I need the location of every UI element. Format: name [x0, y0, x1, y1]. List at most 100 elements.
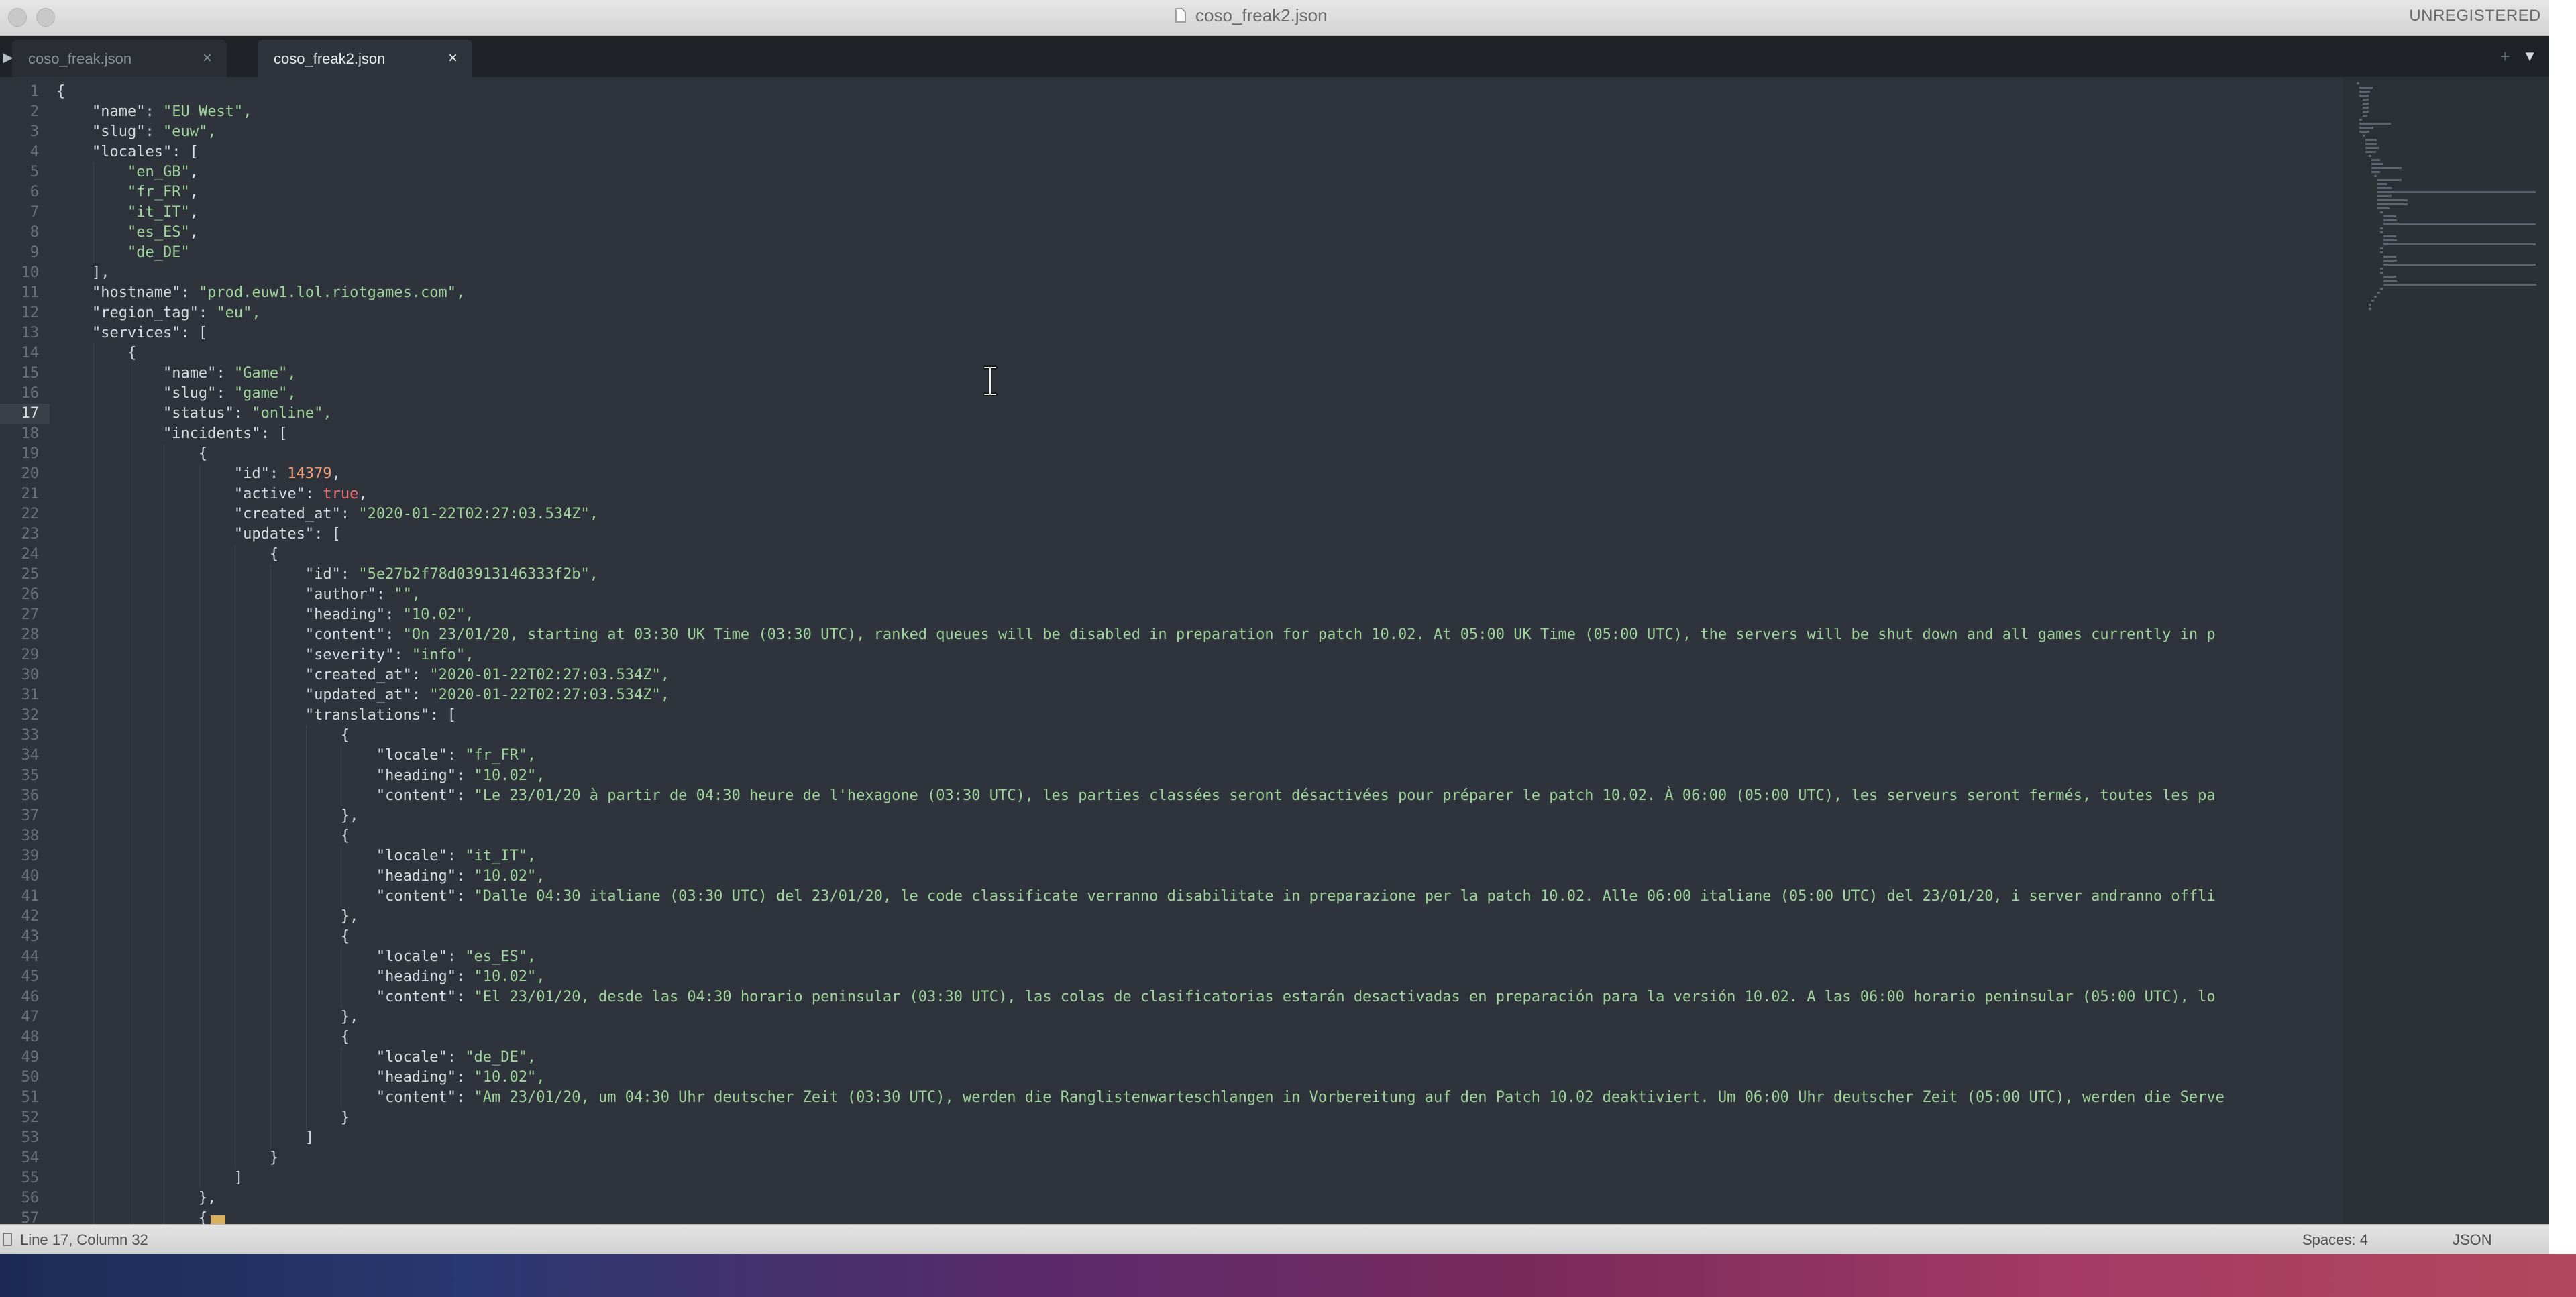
indent-guide: [270, 645, 271, 665]
indent-guide: [199, 504, 201, 524]
syntax-setting[interactable]: JSON: [2453, 1231, 2492, 1249]
indent-guide: [199, 967, 201, 987]
code-line: "name": "EU West",: [91, 103, 252, 120]
minimap-line: [2377, 203, 2408, 205]
indent-guide: [93, 726, 94, 746]
indent-guide: [199, 1007, 201, 1027]
minimize-window-button[interactable]: [36, 8, 55, 27]
minimap-line: [2359, 119, 2363, 121]
line-number: 44: [21, 948, 40, 965]
indentation-setting[interactable]: Spaces: 4: [2302, 1231, 2368, 1249]
indent-guide: [93, 706, 94, 726]
line-number: 15: [21, 365, 40, 382]
minimap-line: [2380, 251, 2383, 253]
minimap-line: [2368, 155, 2371, 157]
indent-guide: [199, 826, 201, 846]
line-number: 28: [21, 626, 40, 643]
plus-icon[interactable]: +: [2500, 46, 2510, 67]
indent-guide: [305, 1088, 307, 1108]
indent-guide: [199, 887, 201, 907]
indent-guide: [199, 625, 201, 645]
indent-guide: [93, 806, 94, 826]
code-view[interactable]: { "name": "EU West", "slug": "euw", "loc…: [56, 77, 2344, 1224]
close-window-button[interactable]: [8, 8, 27, 27]
close-icon[interactable]: ×: [448, 49, 458, 68]
panel-toggle-icon[interactable]: [3, 1233, 12, 1246]
line-number: 12: [21, 304, 40, 321]
minimap-line: [2383, 280, 2398, 282]
close-icon[interactable]: ×: [203, 49, 212, 68]
tab-label: coso_freak.json: [28, 50, 132, 67]
indent-guide: [93, 404, 94, 424]
tab-coso-freak2[interactable]: coso_freak2.json ×: [258, 40, 472, 77]
minimap-line: [2374, 175, 2377, 177]
line-number: 31: [21, 687, 40, 703]
indent-guide: [270, 1027, 271, 1048]
indent-guide: [305, 967, 307, 987]
indent-guide: [93, 384, 94, 404]
minimap-line: [2383, 284, 2537, 286]
code-line: "author": "",: [305, 586, 421, 603]
line-number: 40: [21, 868, 40, 885]
minimap[interactable]: [2344, 77, 2549, 1224]
code-line: },: [56, 807, 359, 824]
minimap-line: [2383, 243, 2536, 245]
minimap-line: [2365, 147, 2380, 149]
minimap-line: [2377, 179, 2402, 181]
indent-guide: [199, 1108, 201, 1128]
indent-guide: [93, 343, 94, 363]
indent-guide: [93, 524, 94, 545]
indent-guide: [305, 1007, 307, 1027]
code-line: "de_DE": [127, 244, 190, 261]
code-line: "incidents": [: [162, 425, 288, 442]
indent-guide: [93, 585, 94, 605]
line-number: 47: [21, 1009, 40, 1025]
minimap-line: [2368, 308, 2371, 310]
line-number: 57: [21, 1210, 40, 1224]
indent-guide: [199, 524, 201, 545]
indent-guide: [93, 1048, 94, 1068]
indent-guide: [199, 1168, 201, 1188]
indent-guide: [93, 1128, 94, 1148]
code-line: "heading": "10.02",: [376, 767, 545, 784]
line-number: 36: [21, 787, 40, 804]
line-number: 22: [21, 506, 40, 522]
indent-guide: [270, 1088, 271, 1108]
line-number: 25: [21, 566, 40, 583]
code-line: "id": 14379,: [233, 465, 341, 482]
line-number: 20: [21, 465, 40, 482]
title-bar[interactable]: coso_freak2.json UNREGISTERED: [0, 0, 2549, 36]
indent-guide: [199, 685, 201, 706]
code-line: "es_ES",: [127, 224, 199, 241]
indent-guide: [93, 846, 94, 866]
code-line: {: [56, 345, 137, 361]
indent-guide: [199, 947, 201, 967]
code-line: ]: [56, 1170, 244, 1186]
minimap-line: [2383, 276, 2397, 278]
line-number: 5: [30, 164, 39, 180]
indent-guide: [305, 766, 307, 786]
indent-guide: [199, 726, 201, 746]
indent-guide: [93, 223, 94, 243]
code-line: },: [56, 1009, 359, 1025]
line-number: 39: [21, 848, 40, 864]
minimap-line: [2359, 131, 2369, 133]
indent-guide: [270, 605, 271, 625]
tab-coso-freak[interactable]: coso_freak.json ×: [12, 40, 227, 77]
line-number: 4: [30, 144, 39, 160]
line-number: 50: [21, 1069, 40, 1086]
code-line: {: [56, 83, 66, 100]
minimap-line: [2374, 296, 2377, 298]
code-line: "region_tag": "eu",: [91, 304, 261, 321]
indent-guide: [270, 665, 271, 685]
code-line: ]: [56, 1129, 315, 1146]
code-line: "it_IT",: [127, 204, 199, 221]
indent-guide: [270, 726, 271, 746]
minimap-line: [2365, 143, 2377, 145]
indent-guide: [93, 504, 94, 524]
line-number-gutter: 1 2 3 4 5 6 7 8 9 10 11 12 13 14 15 16 17 18 19 20 21 22 23 24 2…: [0, 77, 50, 1224]
dropdown-icon[interactable]: ▼: [2522, 48, 2537, 65]
code-line: ],: [56, 264, 110, 281]
code-line: "content": "Am 23/01/20, um 04:30 Uhr de…: [376, 1089, 2224, 1106]
editor-area[interactable]: 1 2 3 4 5 6 7 8 9 10 11 12 13 14 15 16 17 18 19 20 21 22 23 24 2…: [0, 77, 2549, 1224]
